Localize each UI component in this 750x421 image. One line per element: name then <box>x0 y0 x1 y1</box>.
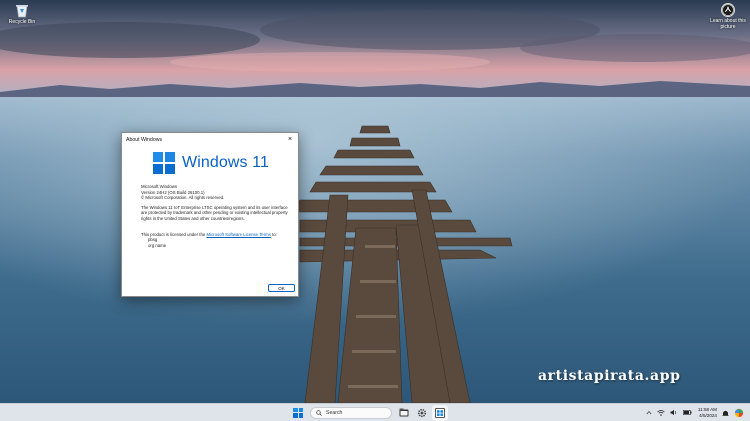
legal-text: The Windows 11 IoT Enterprise LTSC opera… <box>141 204 288 221</box>
bell-icon <box>722 410 729 416</box>
about-windows-dialog: About Windows × Windows 11 Microsoft Win… <box>121 132 299 297</box>
recycle-bin-icon <box>16 5 28 18</box>
taskbar-search-box[interactable]: Search <box>310 406 392 419</box>
battery-button[interactable] <box>683 410 692 415</box>
gear-icon <box>417 408 427 417</box>
dialog-title: About Windows <box>126 136 163 143</box>
network-button[interactable] <box>657 409 665 416</box>
wallpaper <box>0 0 750 403</box>
copilot-button[interactable] <box>734 408 744 418</box>
dialog-titlebar[interactable]: About Windows × <box>122 133 298 146</box>
windows-brand: Windows 11 <box>153 152 269 174</box>
learn-about-picture-icon <box>721 3 735 17</box>
learn-about-picture-label: Learn about this picture <box>710 18 746 30</box>
copilot-icon <box>734 408 744 417</box>
start-button[interactable] <box>290 405 306 421</box>
brand-name: Windows 11 <box>182 154 269 171</box>
system-tray: 11:58 AM 4/5/2024 <box>641 404 744 421</box>
taskbar-file-explorer[interactable] <box>396 405 412 421</box>
speaker-icon <box>670 409 676 416</box>
windows-logo-icon <box>153 152 175 174</box>
license-terms-link[interactable]: Microsoft Software License Terms <box>206 232 270 237</box>
battery-icon <box>683 410 692 415</box>
notifications-button[interactable] <box>722 409 729 417</box>
taskbar: Search 11:58 AM 4/5/2024 <box>0 403 750 421</box>
taskbar-about-windows[interactable] <box>432 404 448 421</box>
taskbar-center: Search <box>290 404 450 421</box>
volume-button[interactable] <box>670 409 678 416</box>
license-text: This product is licensed under the Micro… <box>141 232 293 238</box>
watermark-text: artistapirata.app <box>538 368 681 384</box>
wifi-icon <box>657 409 665 416</box>
clock-date: 4/5/2024 <box>699 412 717 418</box>
close-button[interactable]: × <box>286 136 294 143</box>
search-placeholder: Search <box>326 409 343 416</box>
license-prefix: This product is licensed under the <box>141 231 206 237</box>
clock-time: 11:58 AM <box>697 406 717 412</box>
search-icon <box>316 409 322 416</box>
ok-button[interactable]: OK <box>268 284 295 292</box>
license-suffix: to: <box>272 231 277 237</box>
close-icon: × <box>287 136 293 143</box>
tray-chevron-button[interactable] <box>646 410 652 415</box>
chevron-up-icon <box>646 410 652 415</box>
desktop: Recycle Bin Learn about this picture <box>0 0 750 403</box>
taskbar-settings[interactable] <box>414 405 430 421</box>
about-windows-app-icon <box>435 407 445 418</box>
about-info: Microsoft Windows Version 24H2 (OS Build… <box>141 184 293 248</box>
file-explorer-icon <box>399 408 409 417</box>
taskbar-clock[interactable]: 11:58 AM 4/5/2024 <box>698 407 717 419</box>
recycle-bin-shortcut[interactable]: Recycle Bin <box>2 3 42 25</box>
recycle-bin-label: Recycle Bin <box>8 19 36 25</box>
learn-about-picture-shortcut[interactable]: Learn about this picture <box>708 3 748 30</box>
start-icon <box>293 407 303 418</box>
licensed-org: org name <box>148 242 167 248</box>
